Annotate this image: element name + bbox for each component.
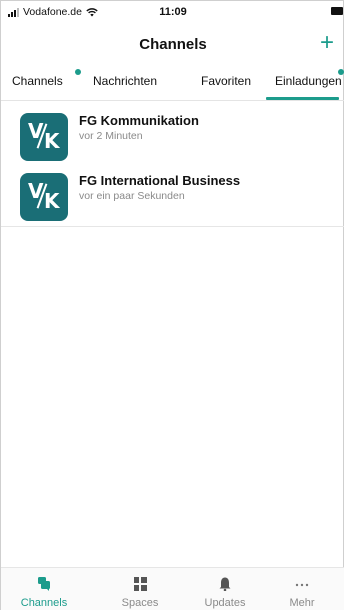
bottom-tab-label: Spaces: [121, 597, 159, 609]
channel-name: FG International Business: [79, 173, 241, 188]
list-item[interactable]: V K FG International Business vor ein pa…: [1, 165, 344, 227]
app-screen: Vodafone.de 11:09 Channels + Channels Na…: [0, 0, 344, 610]
invitation-time: vor 2 Minuten: [79, 130, 143, 142]
page-title: Channels: [139, 36, 207, 53]
navigation-bar: Channels +: [1, 25, 344, 65]
bottom-tab-mehr[interactable]: Mehr: [259, 568, 344, 610]
grid-icon: [134, 577, 147, 591]
list-item[interactable]: V K FG Kommunikation vor 2 Minuten: [1, 105, 344, 165]
status-time: 11:09: [159, 6, 187, 18]
chat-bubbles-icon: [38, 577, 50, 591]
tab-favoriten[interactable]: Favoriten: [201, 67, 251, 101]
more-icon: [295, 583, 309, 587]
tab-nachrichten[interactable]: Nachrichten: [93, 67, 157, 101]
status-bar: Vodafone.de 11:09: [1, 1, 344, 23]
bottom-tab-updates[interactable]: Updates: [182, 568, 268, 610]
tab-channels[interactable]: Channels: [12, 67, 63, 101]
bell-icon: [219, 577, 231, 591]
bottom-tab-label: Channels: [20, 597, 68, 609]
bottom-tab-bar: Channels Spaces Updates Mehr: [1, 567, 344, 610]
add-button[interactable]: +: [313, 30, 341, 58]
bottom-tab-label: Mehr: [289, 597, 315, 609]
tab-label: Nachrichten: [93, 74, 158, 88]
tab-channels-badge: [75, 69, 81, 75]
channel-logo: V K: [20, 113, 68, 161]
channel-name: FG Kommunikation: [79, 113, 199, 128]
tab-bar: Channels Nachrichten Favoriten Einladung…: [1, 67, 344, 101]
tab-label: Channels: [12, 74, 63, 88]
invitation-list: V K FG Kommunikation vor 2 Minuten V K F…: [1, 105, 344, 227]
battery-icon: [331, 7, 343, 15]
bottom-tab-channels[interactable]: Channels: [1, 568, 87, 610]
tab-einladungen-badge: [338, 69, 344, 75]
active-tab-indicator: [266, 97, 339, 100]
channel-logo: V K: [20, 173, 68, 221]
invitation-time: vor ein paar Sekunden: [79, 190, 185, 202]
tab-label: Favoriten: [201, 74, 252, 88]
tab-label: Einladungen: [275, 74, 342, 88]
tab-einladungen[interactable]: Einladungen: [275, 67, 342, 101]
bottom-tab-label: Updates: [204, 597, 246, 609]
bottom-tab-spaces[interactable]: Spaces: [97, 568, 183, 610]
